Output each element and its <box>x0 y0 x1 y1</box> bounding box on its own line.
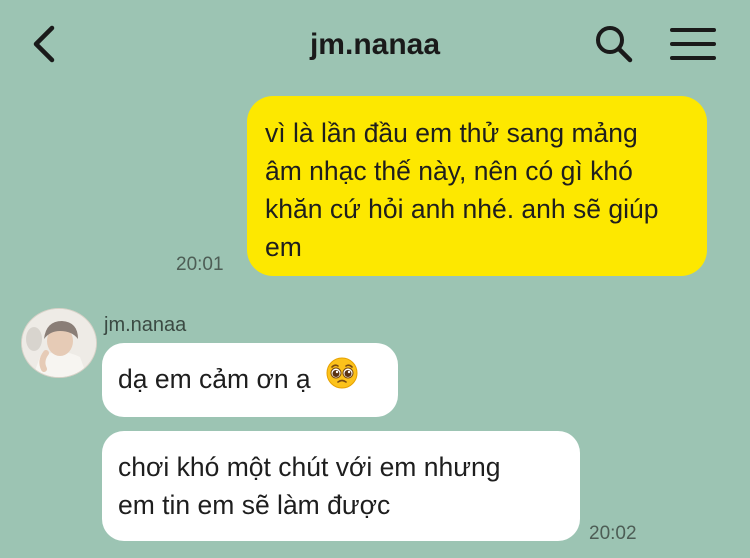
menu-button[interactable] <box>668 24 718 64</box>
chat-title: jm.nanaa <box>309 28 441 61</box>
profile-photo <box>22 309 96 377</box>
incoming-message-bubble[interactable]: dạ em cảm ơn ạ <box>102 343 398 417</box>
message-line: âm nhạc thế này, nên có gì khó <box>265 156 633 186</box>
message-line: vì là lần đầu em thử sang mảng <box>265 118 638 148</box>
message-timestamp: 20:01 <box>176 254 224 275</box>
message-line: em <box>265 232 302 262</box>
chat-header: jm.nanaa <box>0 0 750 90</box>
incoming-message-bubble[interactable]: chơi khó một chút với em nhưng em tin em… <box>102 431 580 541</box>
message-text: dạ em cảm ơn ạ <box>118 364 311 394</box>
pleading-face-emoji <box>326 357 358 399</box>
message-timestamp: 20:02 <box>589 523 637 544</box>
message-line: khăn cứ hỏi anh nhé. anh sẽ giúp <box>265 194 659 224</box>
message-line: chơi khó một chút với em nhưng <box>118 452 501 482</box>
avatar[interactable] <box>21 308 97 378</box>
sender-name: jm.nanaa <box>104 314 187 336</box>
outgoing-message-bubble[interactable]: vì là lần đầu em thử sang mảng âm nhạc t… <box>247 96 707 276</box>
hamburger-menu-icon <box>670 28 716 60</box>
message-line: em tin em sẽ làm được <box>118 490 391 520</box>
search-button[interactable] <box>592 22 636 66</box>
search-icon <box>596 26 633 63</box>
